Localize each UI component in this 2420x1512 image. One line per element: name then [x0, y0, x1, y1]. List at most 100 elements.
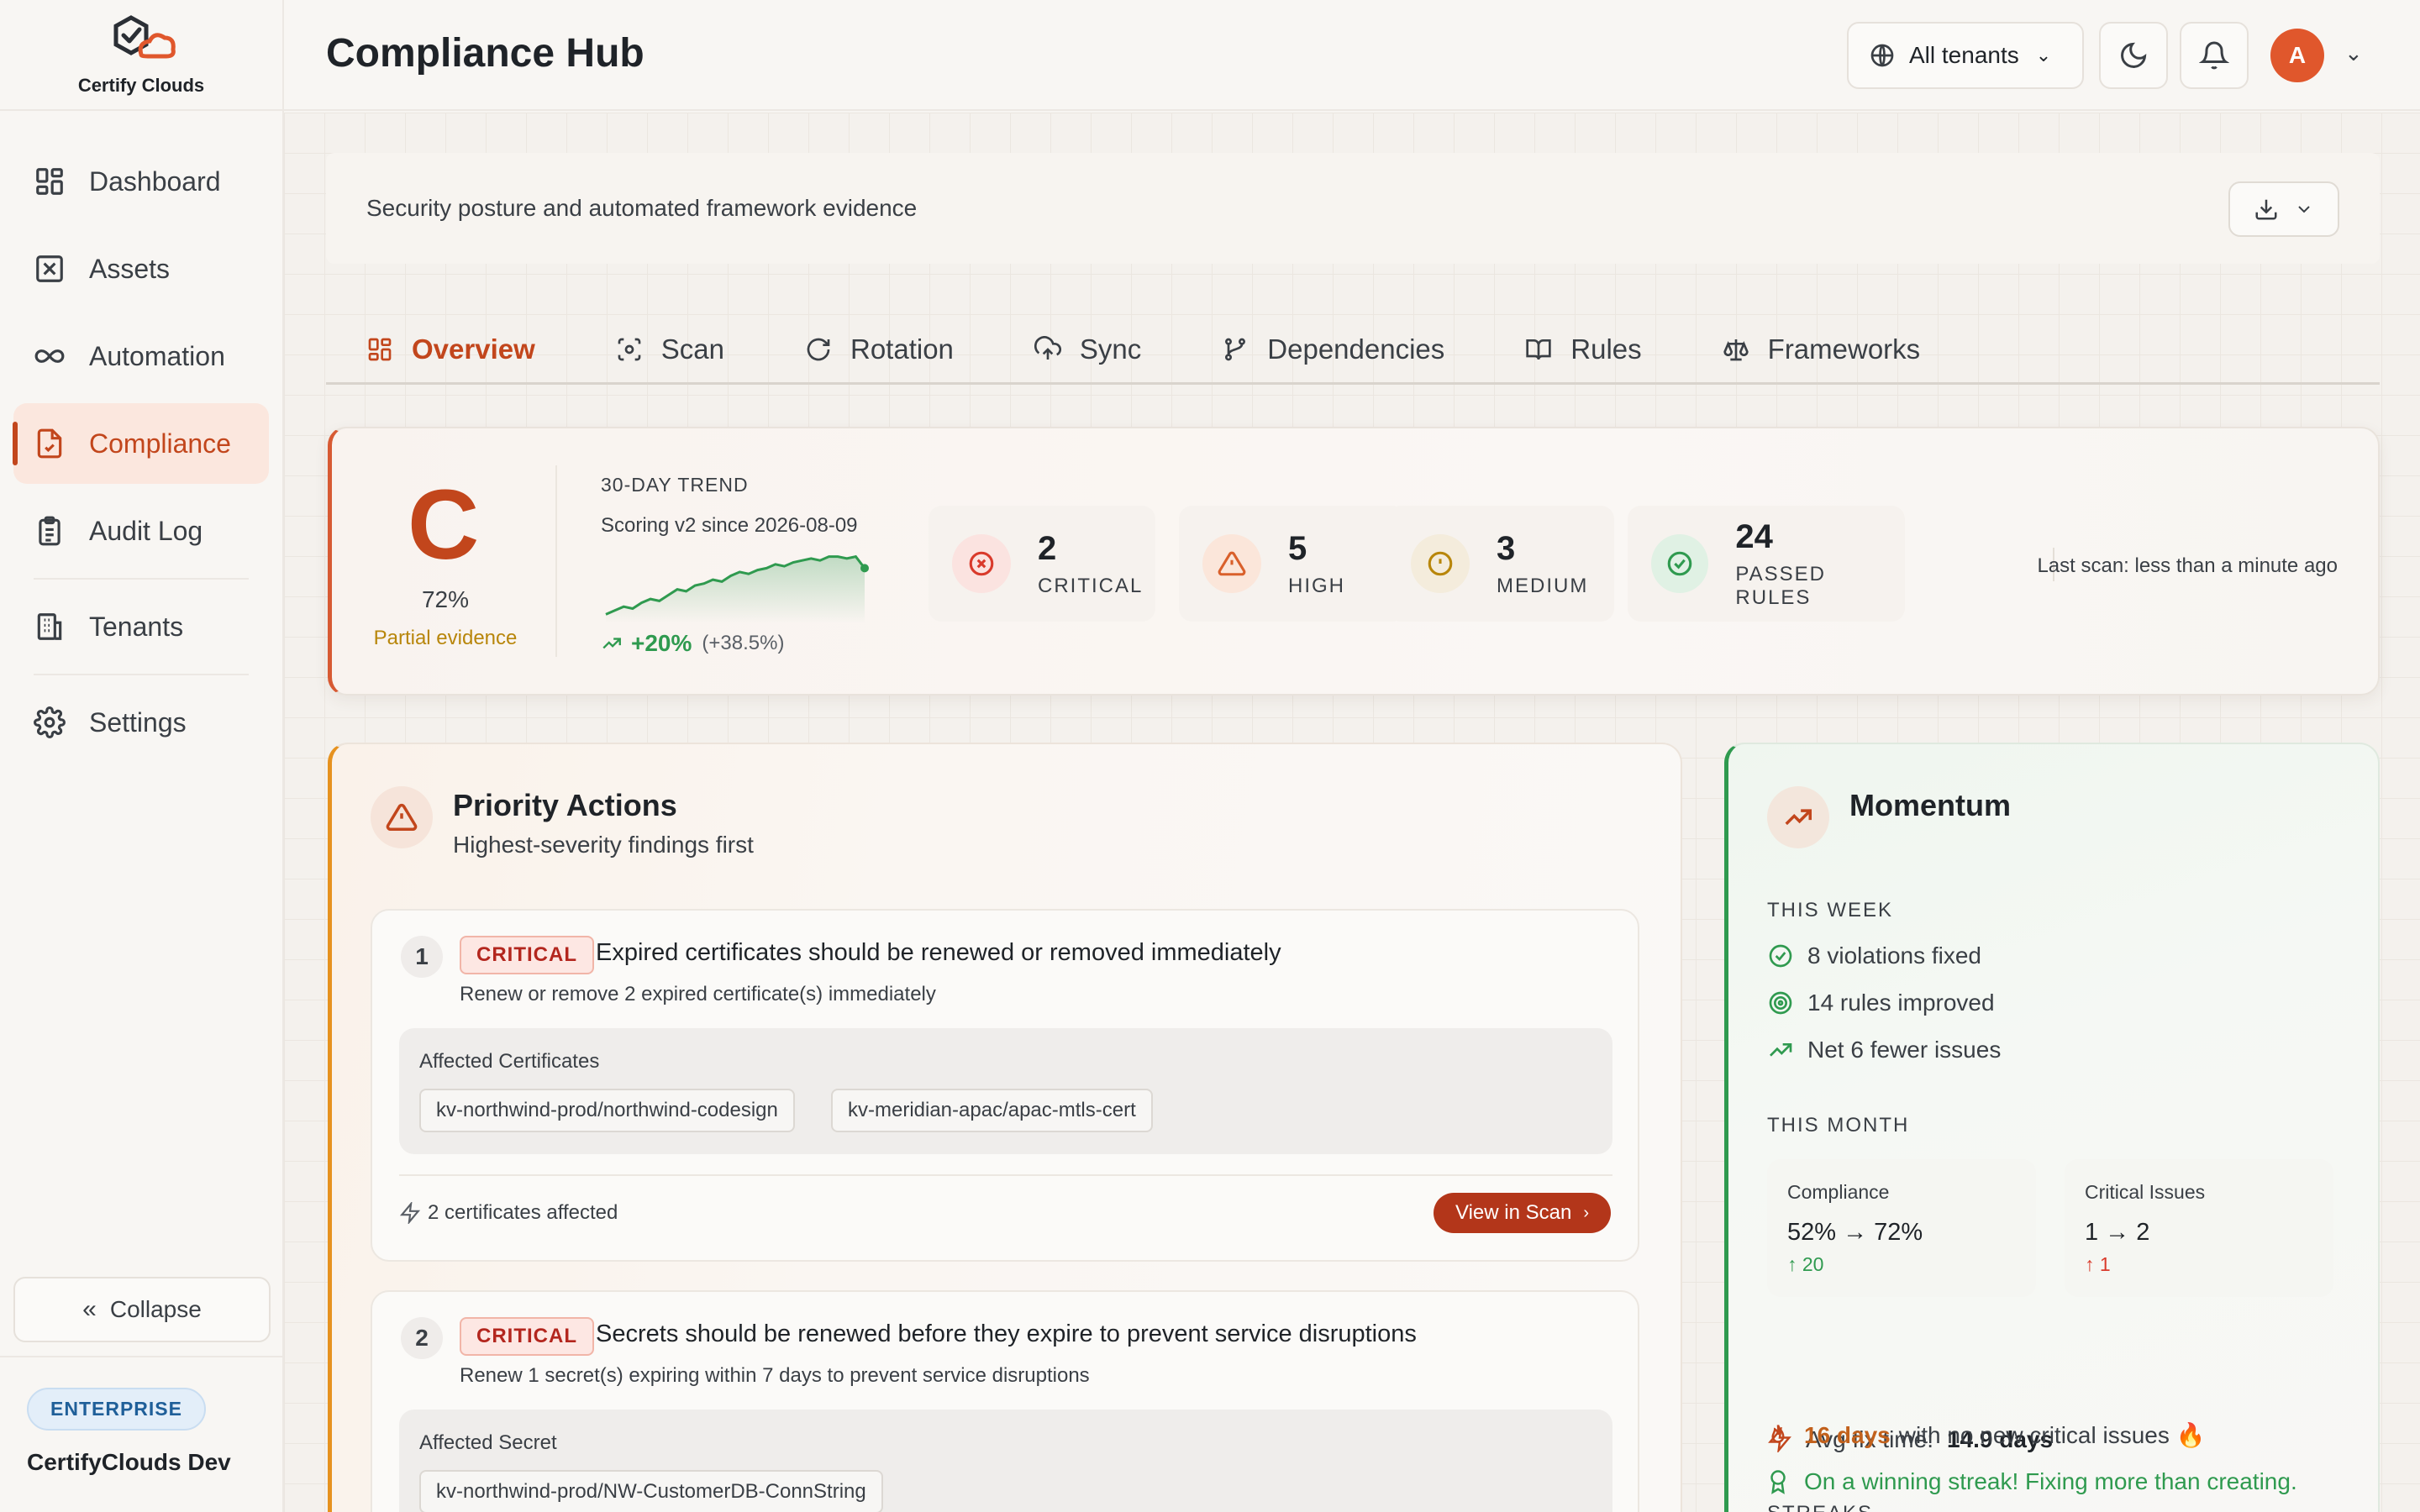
certify-clouds-logo-icon	[113, 15, 176, 59]
sidebar-item-settings[interactable]: Settings	[13, 682, 269, 763]
chevron-down-icon: ⌄	[2035, 45, 2052, 66]
trend-delta-value: +20%	[631, 630, 692, 656]
refresh-icon	[807, 338, 830, 361]
section-label: THIS MONTH	[1767, 1114, 1910, 1137]
sparkline-end-point	[860, 564, 869, 573]
tab-label: Overview	[412, 333, 535, 365]
tab-label: Sync	[1079, 333, 1142, 365]
trending-up-icon	[602, 638, 621, 649]
avatar[interactable]: A	[2270, 29, 2324, 82]
globe-icon	[1870, 44, 1894, 67]
tab-label: Rules	[1570, 333, 1642, 365]
target-icon	[1769, 991, 1792, 1015]
infinity-icon	[34, 349, 65, 363]
tab-label: Dependencies	[1267, 333, 1445, 365]
affected-label: Affected Secret	[419, 1431, 557, 1454]
stat-value: 24	[1735, 517, 1773, 555]
sidebar-item-compliance[interactable]: Compliance	[13, 403, 269, 484]
trend-delta: +20% (+38.5%)	[601, 630, 784, 657]
tab-overview[interactable]: Overview	[326, 314, 576, 385]
action-title: Expired certificates should be renewed o…	[596, 939, 1281, 966]
stat-value: 2	[1038, 529, 1057, 567]
sidebar-item-automation[interactable]: Automation	[13, 316, 269, 396]
affected-resources: Affected Secret kv-northwind-prod/NW-Cus…	[399, 1410, 1612, 1512]
week-item: 14 rules improved	[1767, 990, 1995, 1016]
streak-item: On a winning streak! Fixing more than cr…	[1765, 1468, 2297, 1495]
month-stat-delta: ↑ 1	[2085, 1253, 2111, 1275]
book-icon	[1526, 339, 1551, 360]
severity-badge: CRITICAL	[460, 1317, 594, 1356]
sidebar-item-dashboard[interactable]: Dashboard	[13, 141, 269, 222]
alert-triangle-icon	[1202, 534, 1261, 593]
trend-delta-extra: (+38.5%)	[702, 632, 785, 654]
tab-frameworks[interactable]: Frameworks	[1682, 314, 1961, 385]
award-icon	[1770, 1470, 1786, 1494]
week-item-text: 8 violations fixed	[1807, 942, 1982, 969]
stat-high[interactable]: 5 HIGH	[1179, 506, 1406, 622]
stat-label: MEDIUM	[1497, 574, 1589, 597]
sidebar-item-label: Automation	[89, 340, 225, 371]
view-in-scan-button[interactable]: View in Scan ›	[1434, 1193, 1611, 1233]
stat-label: PASSED RULES	[1735, 562, 1826, 609]
trending-up-icon	[1767, 786, 1829, 848]
alert-triangle-icon	[371, 786, 433, 848]
tab-rules[interactable]: Rules	[1485, 314, 1681, 385]
page-subtitle-bar: Security posture and automated framework…	[326, 153, 2380, 264]
tab-scan[interactable]: Scan	[576, 314, 765, 385]
sidebar-item-label: Compliance	[89, 428, 231, 459]
action-title: Secrets should be renewed before they ex…	[596, 1320, 1417, 1347]
trending-up-icon	[1770, 1043, 1792, 1057]
tenant-select[interactable]: All tenants ⌄	[1847, 22, 2084, 89]
evidence-status: Partial evidence	[373, 627, 518, 649]
stat-passed-rules[interactable]: 24 PASSED RULES	[1628, 506, 1905, 622]
tab-label: Rotation	[850, 333, 954, 365]
chevron-right-icon: ›	[1583, 1203, 1589, 1222]
flame-icon	[1771, 1424, 1785, 1443]
collapse-sidebar-button[interactable]: « Collapse	[13, 1277, 271, 1342]
sparkline-area	[606, 556, 865, 623]
affected-count: 2 certificates affected	[428, 1201, 618, 1224]
chevron-down-icon[interactable]: ⌄	[2344, 40, 2363, 66]
section-label: THIS WEEK	[1767, 899, 1894, 921]
grid-icon	[368, 338, 392, 361]
tenant-select-value: All tenants	[1909, 42, 2019, 68]
stat-critical[interactable]: 2 CRITICAL	[929, 506, 1155, 622]
stat-medium[interactable]: 3 MEDIUM	[1387, 506, 1614, 622]
priority-actions-panel: Priority Actions Highest-severity findin…	[328, 743, 1682, 1512]
nav-divider	[34, 674, 249, 675]
last-scan-time: Last scan: less than a minute ago	[2037, 554, 2338, 577]
momentum-panel: Momentum THIS WEEK 8 violations fixed 14…	[1724, 743, 2380, 1512]
priority-actions-title: Priority Actions	[453, 788, 677, 822]
trend-subtitle: Scoring v2 since 2026-08-09	[601, 514, 858, 537]
main-content: Security posture and automated framework…	[284, 113, 2420, 1512]
collapse-label: Collapse	[109, 1296, 202, 1322]
nav-divider	[34, 578, 249, 580]
sidebar-item-assets[interactable]: Assets	[13, 228, 269, 309]
compliance-grade: C	[408, 470, 480, 580]
resource-chip[interactable]: kv-northwind-prod/northwind-codesign	[419, 1089, 795, 1132]
sidebar-item-tenants[interactable]: Tenants	[13, 586, 269, 667]
tab-rotation[interactable]: Rotation	[765, 314, 994, 385]
resource-chip[interactable]: kv-northwind-prod/NW-CustomerDB-ConnStri…	[419, 1470, 883, 1512]
sidebar-item-audit-log[interactable]: Audit Log	[13, 491, 269, 571]
streak-item: 16 days with no new critical issues 🔥	[1765, 1421, 2206, 1449]
alert-circle-icon	[1411, 534, 1470, 593]
priority-actions-subtitle: Highest-severity findings first	[453, 832, 754, 858]
view-in-scan-label: View in Scan	[1455, 1201, 1572, 1224]
notifications-button[interactable]	[2180, 22, 2249, 89]
compliance-percent: 72%	[421, 586, 470, 612]
cloud-upload-icon	[1034, 336, 1061, 360]
resource-chip[interactable]: kv-meridian-apac/apac-mtls-cert	[831, 1089, 1153, 1132]
tab-sync[interactable]: Sync	[994, 314, 1181, 385]
tab-dependencies[interactable]: Dependencies	[1181, 314, 1485, 385]
month-stat-label: Compliance	[1787, 1181, 1890, 1203]
brand-logo[interactable]: Certify Clouds	[0, 0, 282, 111]
affected-label: Affected Certificates	[419, 1050, 600, 1073]
download-icon	[2255, 199, 2277, 220]
theme-toggle-button[interactable]	[2099, 22, 2168, 89]
trend-sparkline	[605, 554, 869, 623]
export-button[interactable]	[2228, 181, 2339, 237]
page-subtitle: Security posture and automated framework…	[366, 195, 918, 221]
dashboard-icon	[36, 168, 63, 195]
month-stat-value: 52% → 72%	[1787, 1219, 1923, 1246]
